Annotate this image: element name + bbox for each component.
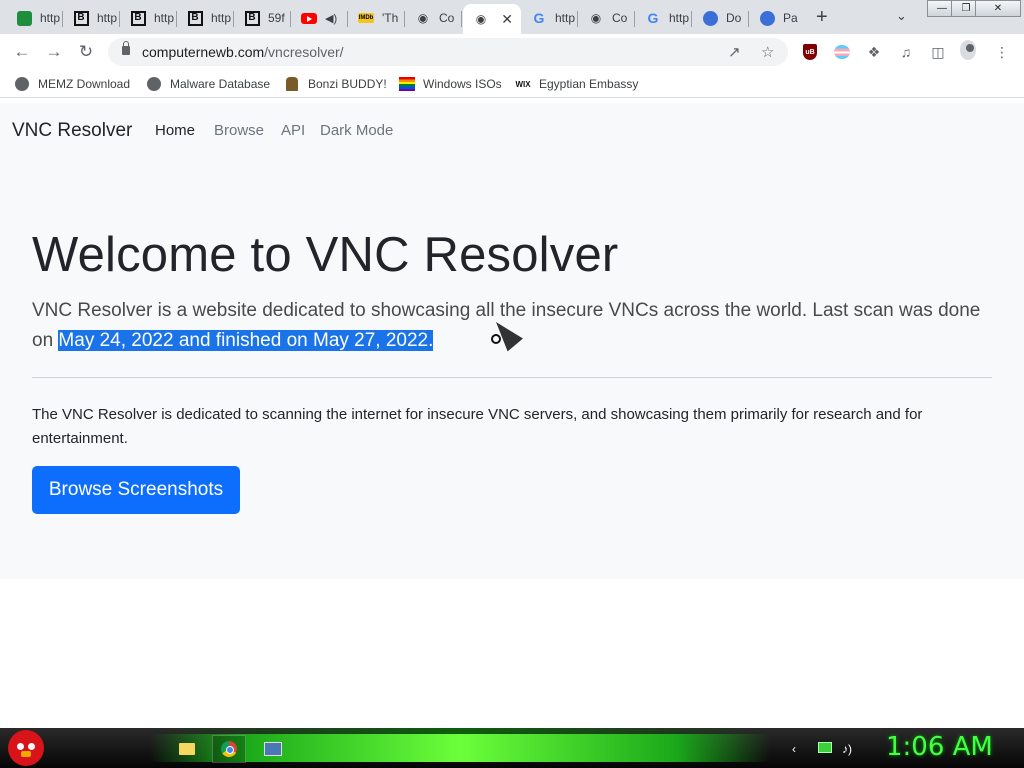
taskbar-clock[interactable]: 1:06 AM [886, 732, 993, 762]
browser-tab[interactable]: ◉ Co [405, 4, 462, 32]
nav-home[interactable]: Home [155, 122, 195, 139]
description-paragraph: The VNC Resolver is dedicated to scannin… [32, 406, 923, 447]
browser-tab[interactable]: IMDb 'Th [348, 4, 405, 32]
b-icon: B [130, 10, 146, 26]
speaker-icon[interactable]: ◀) [325, 12, 337, 25]
bookmark-star-icon[interactable]: ☆ [761, 43, 774, 61]
browser-tab-active[interactable]: ◉ ✕ [463, 4, 521, 34]
bookmark-label: Egyptian Embassy [539, 77, 639, 91]
green-site-icon [16, 10, 32, 26]
bookmark-egyptian-embassy[interactable]: WIX Egyptian Embassy [515, 76, 638, 92]
tab-title: 59f [268, 11, 285, 25]
github-icon: ◉ [417, 11, 429, 25]
selected-text: May 24, 2022 and finished on May 27, 202… [58, 330, 434, 351]
globe-icon [14, 76, 30, 92]
tab-close-icon[interactable]: ✕ [501, 11, 513, 28]
page-blank-area [0, 579, 1024, 728]
divider [32, 377, 992, 378]
page-title: Welcome to VNC Resolver [32, 228, 619, 282]
browser-tab[interactable]: G http [635, 4, 692, 32]
nav-api[interactable]: API [281, 122, 305, 139]
reload-icon[interactable]: ↻ [75, 41, 97, 63]
bookmarks-bar: MEMZ Download Malware Database Bonzi BUD… [0, 70, 1024, 98]
browser-tab[interactable]: ◉ Co [578, 4, 635, 32]
start-button-bird-icon[interactable] [8, 730, 44, 766]
tab-strip: http B http B http B http B 59f ◀) IMDb … [0, 0, 1024, 34]
network-icon[interactable] [818, 742, 832, 753]
chrome-taskbar-icon[interactable] [212, 735, 246, 763]
imdb-icon: IMDb [358, 13, 374, 23]
tab-title: 'Th [382, 11, 399, 25]
file-explorer-icon[interactable] [170, 735, 204, 763]
taskbar: ‹ ♪) 1:06 AM [0, 728, 1024, 768]
tab-title: http [40, 11, 61, 25]
browser-tab[interactable]: B 59f [234, 4, 291, 32]
google-icon: G [647, 10, 659, 26]
b-icon: B [244, 10, 260, 26]
tray-chevron-icon[interactable]: ‹ [792, 742, 796, 756]
google-icon: G [533, 10, 545, 26]
flag-extension-icon[interactable] [834, 44, 850, 60]
blue-site-icon [759, 10, 775, 26]
ublock-icon[interactable]: uB [802, 44, 818, 60]
media-control-icon[interactable]: ♫ [898, 44, 914, 60]
browse-screenshots-button[interactable]: Browse Screenshots [32, 466, 240, 514]
b-icon: B [187, 10, 203, 26]
tab-title: Do [726, 11, 742, 25]
url-text[interactable]: computernewb.com/vncresolver/ [142, 44, 344, 60]
chevron-down-icon[interactable]: ⌄ [896, 8, 907, 24]
bookmark-label: MEMZ Download [38, 77, 131, 91]
bookmark-bonzi-buddy[interactable]: Bonzi BUDDY! [284, 76, 387, 92]
github-icon: ◉ [590, 11, 602, 25]
tab-title: Pa [783, 11, 798, 25]
back-icon[interactable]: ← [11, 41, 33, 63]
youtube-icon [301, 10, 317, 26]
cursor-busy-icon [491, 334, 501, 344]
navbar-brand[interactable]: VNC Resolver [12, 120, 132, 142]
side-panel-icon[interactable]: ◫ [930, 44, 946, 60]
blue-site-icon [702, 10, 718, 26]
bookmark-windows-isos[interactable]: Windows ISOs [399, 76, 502, 92]
more-menu-icon[interactable]: ⋮ [994, 44, 1010, 60]
browser-tab[interactable]: Pa [749, 4, 806, 32]
nav-dark-mode[interactable]: Dark Mode [320, 122, 393, 139]
browser-tab[interactable]: B http [63, 4, 120, 32]
profile-avatar[interactable] [960, 40, 976, 60]
nav-browse[interactable]: Browse [214, 122, 264, 139]
github-icon: ◉ [475, 12, 487, 26]
browser-tab[interactable]: ◀) [291, 4, 348, 32]
bookmark-malware-database[interactable]: Malware Database [146, 76, 270, 92]
share-icon[interactable]: ↗ [728, 43, 741, 61]
browser-tab[interactable]: B http [177, 4, 234, 32]
wix-icon: WIX [515, 79, 531, 89]
globe-icon [146, 76, 162, 92]
bookmark-memz[interactable]: MEMZ Download [14, 76, 130, 92]
extensions-puzzle-icon[interactable]: ❖ [866, 44, 882, 60]
bookmark-label: Malware Database [170, 77, 271, 91]
browser-tab[interactable]: G http [521, 4, 578, 32]
tab-title: http [555, 11, 576, 25]
tab-title: http [211, 11, 232, 25]
browser-toolbar: ← → ↻ computernewb.com/vncresolver/ ↗ ☆ … [0, 34, 1024, 70]
tab-title: http [669, 11, 690, 25]
display-app-icon[interactable] [256, 735, 290, 763]
bookmark-label: Windows ISOs [423, 77, 502, 91]
tab-title: http [97, 11, 118, 25]
bonzi-icon [284, 76, 300, 92]
close-window-button[interactable]: ✕ [975, 0, 1021, 17]
volume-icon[interactable]: ♪) [842, 742, 852, 756]
tab-title: http [154, 11, 175, 25]
rainbow-flag-icon [399, 76, 415, 92]
browser-tab[interactable]: http [6, 4, 63, 32]
new-tab-icon[interactable]: + [816, 6, 828, 29]
forward-icon[interactable]: → [43, 41, 65, 63]
bookmark-label: Bonzi BUDDY! [308, 77, 387, 91]
tab-title: Co [439, 11, 455, 25]
address-bar[interactable]: computernewb.com/vncresolver/ ↗ ☆ [108, 38, 788, 66]
browser-tab[interactable]: Do [692, 4, 749, 32]
tab-title: Co [612, 11, 628, 25]
b-icon: B [73, 10, 89, 26]
browser-tab[interactable]: B http [120, 4, 177, 32]
lock-icon[interactable] [122, 41, 130, 55]
